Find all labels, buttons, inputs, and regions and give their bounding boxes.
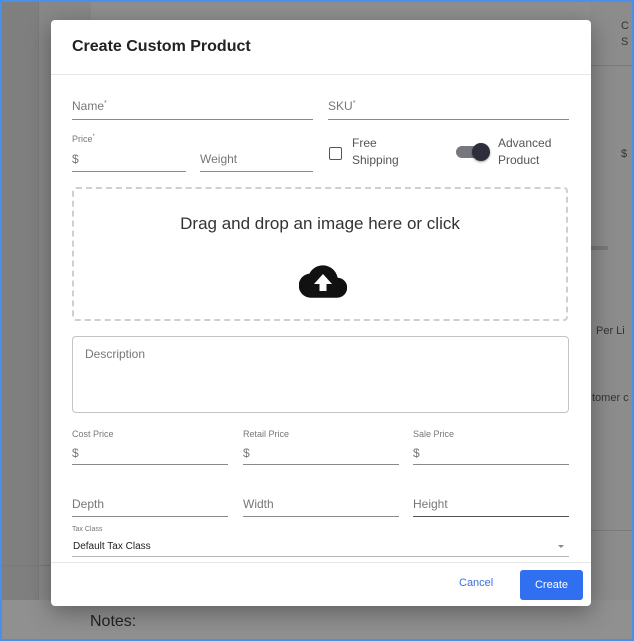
sale-price-label: Sale Price — [413, 429, 455, 439]
weight-underline — [200, 171, 313, 172]
chevron-down-icon — [558, 545, 564, 548]
price-underline — [72, 171, 186, 172]
retail-price-underline — [243, 464, 399, 465]
create-button[interactable]: Create — [520, 570, 583, 600]
width-label: Width — [243, 497, 274, 511]
width-underline — [243, 516, 399, 517]
sale-price-underline — [413, 464, 569, 465]
advanced-product-toggle[interactable] — [456, 143, 490, 161]
sku-field[interactable]: SKU* — [328, 96, 569, 120]
depth-label: Depth — [72, 497, 105, 511]
sku-label: SKU* — [328, 99, 356, 113]
weight-label: Weight — [200, 152, 238, 166]
background-text: tomer c — [592, 392, 629, 404]
weight-field[interactable]: Weight — [200, 134, 313, 174]
tax-class-value: Default Tax Class — [73, 541, 151, 552]
free-shipping-checkbox[interactable] — [329, 147, 342, 160]
sku-underline — [328, 119, 569, 120]
background-text: C — [621, 20, 629, 32]
background-divider — [0, 565, 51, 566]
sale-price-field[interactable]: Sale Price $ — [413, 429, 569, 467]
height-label: Height — [413, 497, 448, 511]
cloud-upload-icon — [299, 265, 347, 298]
depth-field[interactable]: Depth — [72, 494, 228, 518]
cost-price-label: Cost Price — [72, 429, 114, 439]
background-divider — [590, 530, 634, 531]
description-placeholder: Description — [85, 347, 146, 361]
background-right-column — [590, 0, 634, 641]
tax-class-underline — [72, 556, 569, 557]
name-label: Name* — [72, 99, 107, 113]
sale-price-prefix: $ — [413, 446, 420, 460]
advanced-product-label: Advanced Product — [498, 136, 552, 167]
price-label: Price* — [72, 134, 95, 144]
background-sidebar — [0, 0, 38, 641]
width-field[interactable]: Width — [243, 494, 399, 518]
dropzone-text: Drag and drop an image here or click — [180, 214, 460, 233]
tax-class-label: Tax Class — [72, 526, 103, 533]
dialog-title: Create Custom Product — [72, 38, 251, 55]
background-divider — [590, 65, 634, 66]
footer-divider — [51, 562, 591, 563]
cost-price-underline — [72, 464, 228, 465]
cancel-button[interactable]: Cancel — [459, 577, 493, 589]
price-field[interactable]: Price* $ — [72, 134, 186, 174]
height-underline — [413, 516, 569, 517]
retail-price-label: Retail Price — [243, 429, 290, 439]
image-dropzone[interactable]: Drag and drop an image here or click — [72, 187, 568, 321]
name-underline — [72, 119, 313, 120]
description-textarea[interactable]: Description — [72, 336, 569, 413]
name-field[interactable]: Name* — [72, 96, 313, 120]
cost-price-prefix: $ — [72, 446, 79, 460]
background-text: S — [621, 36, 629, 48]
toggle-thumb — [472, 143, 490, 161]
notes-label: Notes: — [90, 613, 137, 630]
depth-underline — [72, 516, 228, 517]
retail-price-field[interactable]: Retail Price $ — [243, 429, 399, 467]
price-currency-prefix: $ — [72, 152, 79, 166]
height-field[interactable]: Height — [413, 494, 569, 518]
cost-price-field[interactable]: Cost Price $ — [72, 429, 228, 467]
tax-class-select[interactable]: Tax Class Default Tax Class — [72, 526, 569, 558]
free-shipping-label: Free Shipping — [352, 136, 399, 167]
background-text: Per Li — [596, 325, 625, 337]
background-scrollbar — [590, 246, 608, 250]
create-custom-product-dialog: Create Custom Product Name* SKU* Price* … — [51, 20, 591, 606]
background-text: $ — [621, 148, 628, 160]
header-divider — [51, 74, 591, 75]
retail-price-prefix: $ — [243, 446, 250, 460]
